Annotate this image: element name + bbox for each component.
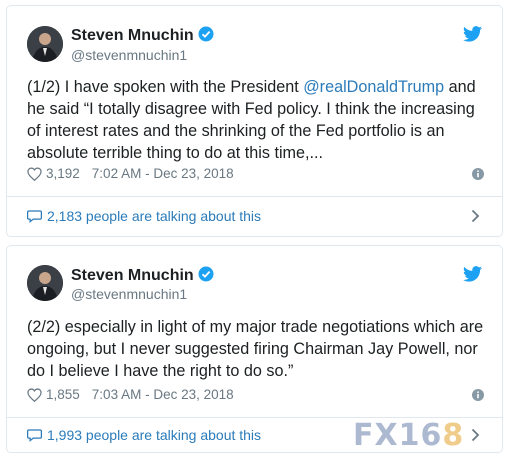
info-icon[interactable] (472, 168, 484, 180)
verified-icon (198, 26, 214, 42)
user-handle[interactable]: @stevenmnuchin1 (71, 286, 187, 302)
twitter-bird-icon[interactable] (463, 266, 482, 282)
conversation-link[interactable]: 2,183 people are talking about this (27, 208, 261, 224)
tweet-card: Steven Mnuchin @stevenmnuchin1 (1/2) I h… (6, 5, 503, 237)
info-icon[interactable] (472, 389, 484, 401)
tweet-meta: 1,855 7:03 AM - Dec 23, 2018 (27, 387, 234, 402)
avatar[interactable] (27, 265, 63, 301)
speech-bubble-icon (27, 429, 42, 442)
avatar[interactable] (27, 26, 63, 62)
twitter-bird-icon[interactable] (463, 26, 482, 42)
user-handle[interactable]: @stevenmnuchin1 (71, 47, 187, 63)
mention-link[interactable]: @realDonaldTrump (303, 78, 444, 96)
like-count[interactable]: 3,192 (46, 166, 80, 181)
timestamp[interactable]: 7:02 AM - Dec 23, 2018 (92, 166, 234, 181)
like-count[interactable]: 1,855 (46, 387, 80, 402)
speech-bubble-icon (27, 210, 42, 223)
display-name[interactable]: Steven Mnuchin (71, 26, 214, 45)
timestamp[interactable]: 7:03 AM - Dec 23, 2018 (92, 387, 234, 402)
chevron-right-icon[interactable] (471, 428, 480, 442)
tweet-text: (1/2) I have spoken with the President @… (27, 78, 476, 162)
chevron-right-icon[interactable] (471, 209, 480, 223)
display-name[interactable]: Steven Mnuchin (71, 266, 214, 285)
avatar-image (27, 265, 63, 301)
tweet-text: (2/2) especially in light of my major tr… (27, 318, 484, 380)
watermark-logo: FX168 (353, 418, 465, 453)
tweet-meta: 3,192 7:02 AM - Dec 23, 2018 (27, 166, 234, 181)
avatar-image (27, 26, 63, 62)
conversation-link[interactable]: 1,993 people are talking about this (27, 427, 261, 443)
heart-icon[interactable] (27, 387, 42, 402)
heart-icon[interactable] (27, 166, 42, 181)
verified-icon (198, 266, 214, 282)
divider (7, 196, 502, 197)
